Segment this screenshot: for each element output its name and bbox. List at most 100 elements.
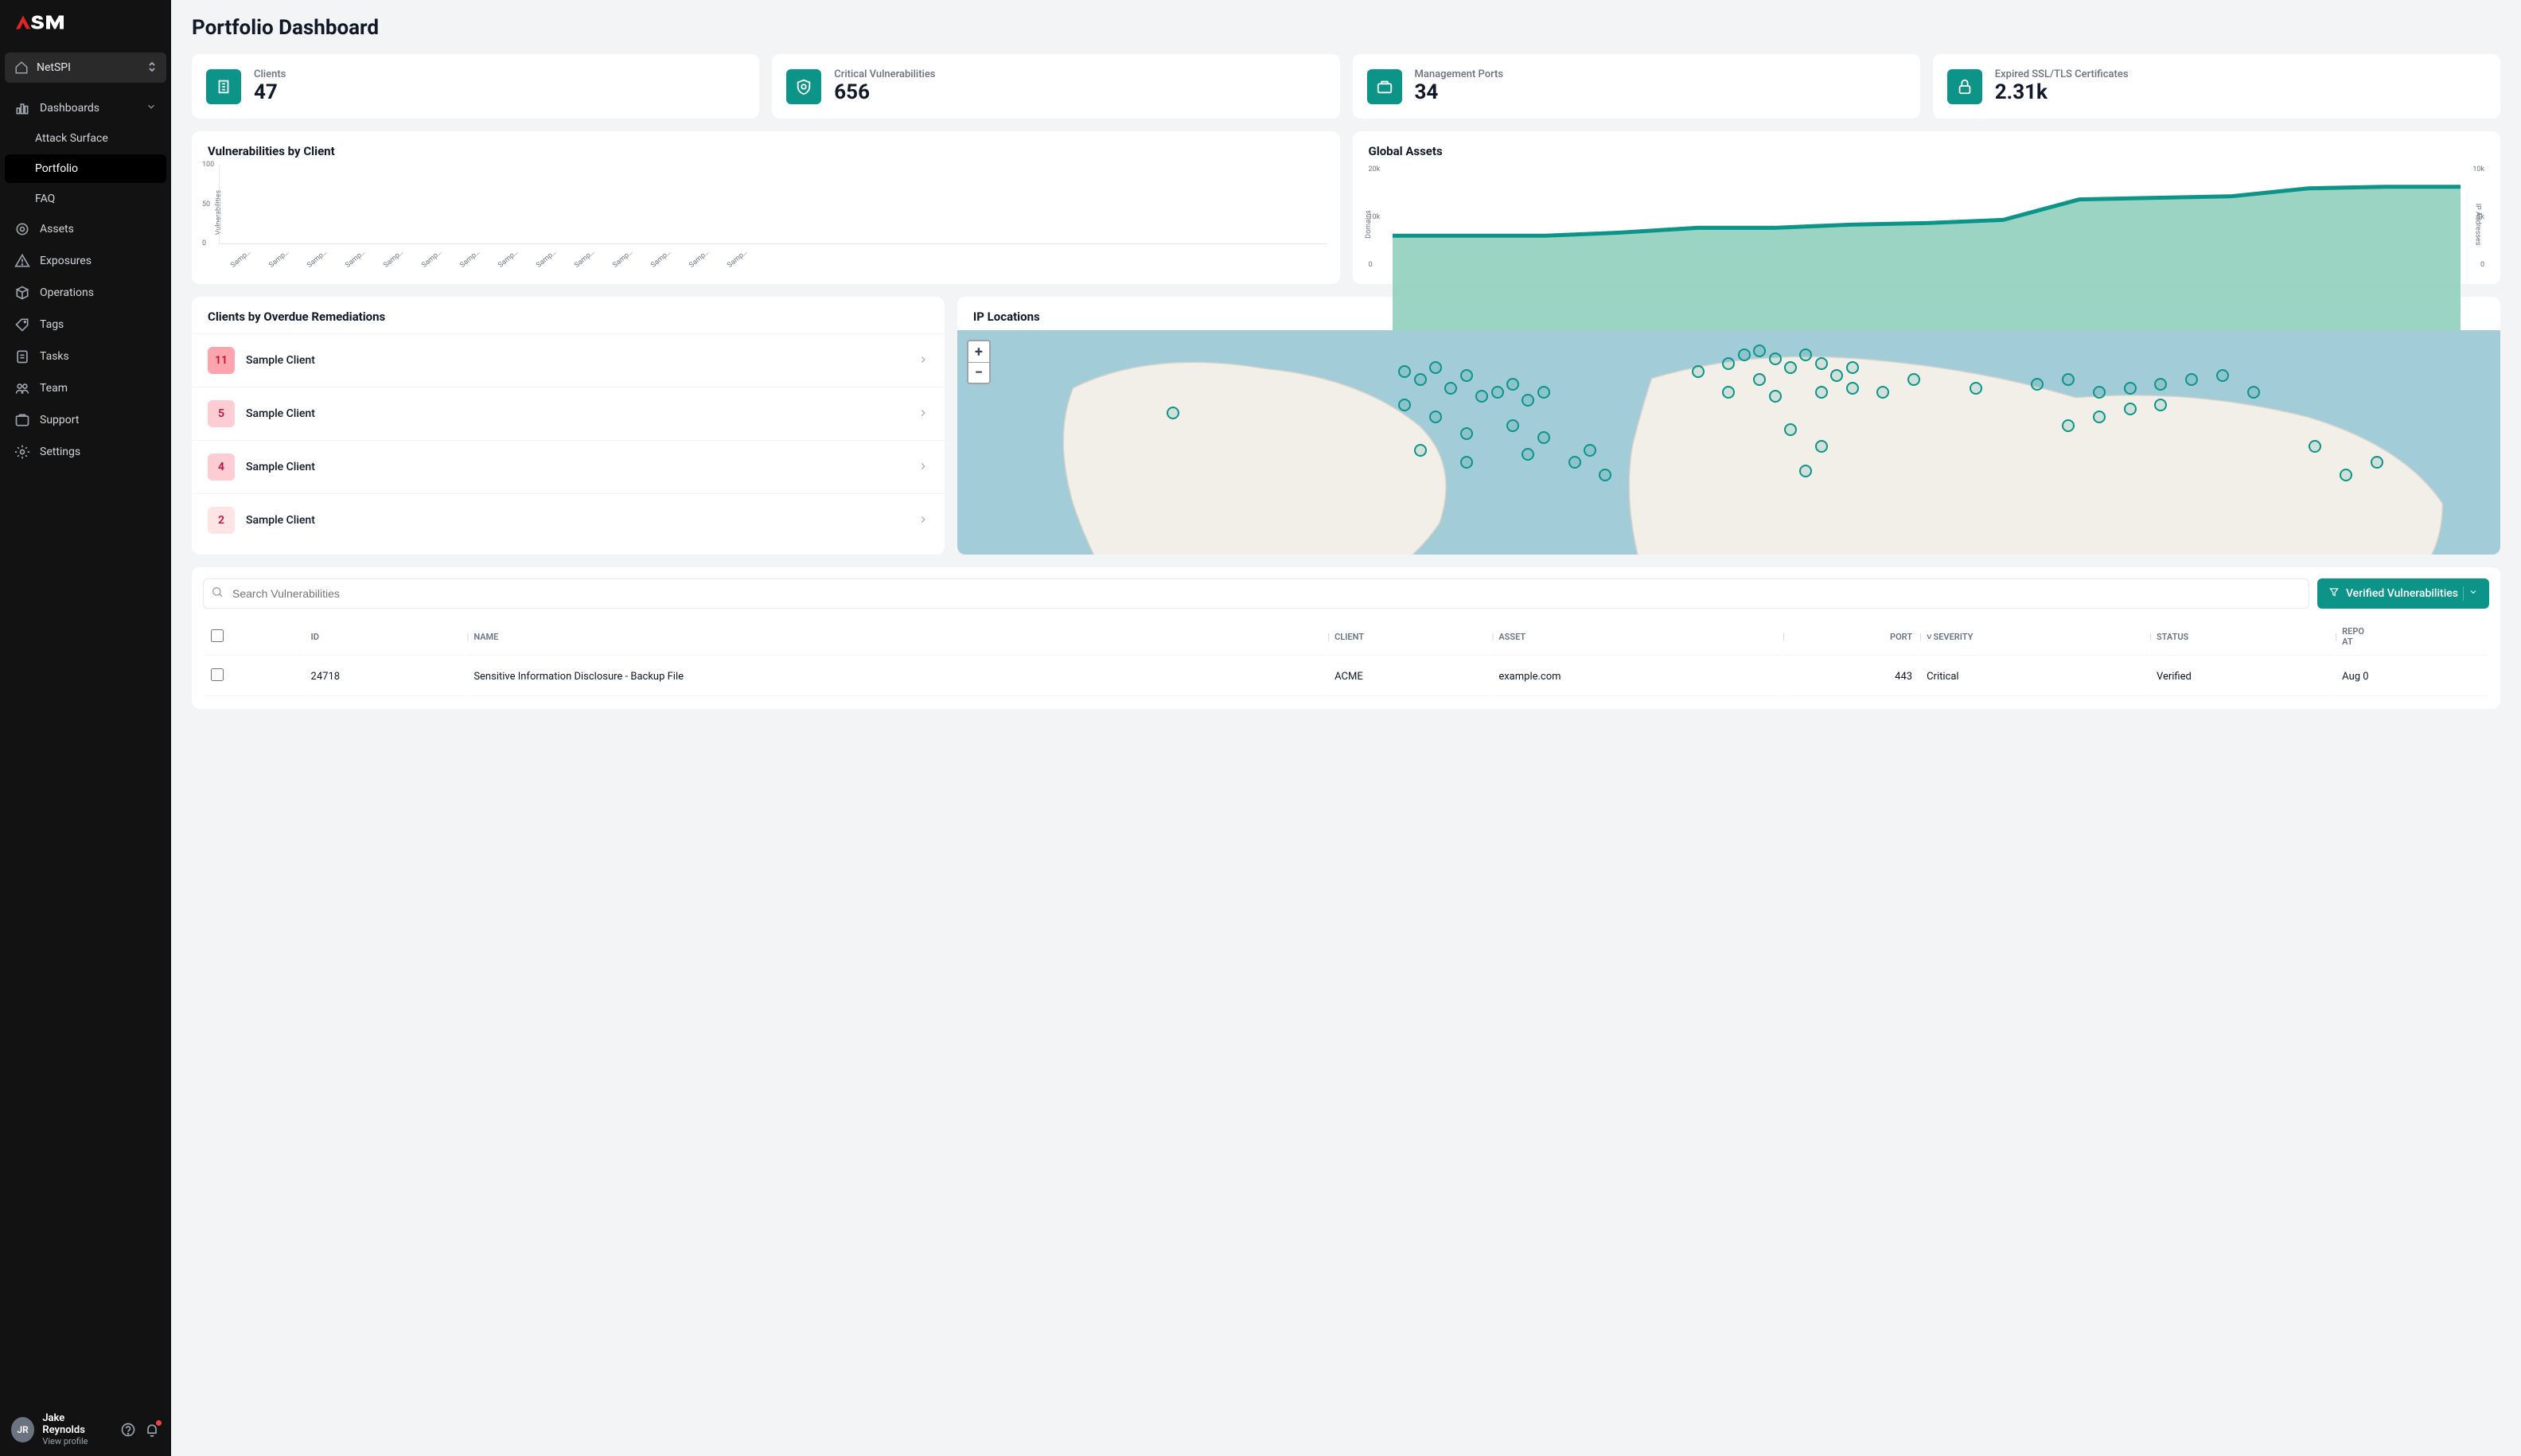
ip-marker[interactable] — [1584, 444, 1596, 457]
ip-marker[interactable] — [1444, 382, 1457, 395]
nav-sub-portfolio[interactable]: Portfolio — [5, 154, 166, 183]
ip-marker[interactable] — [1799, 465, 1812, 477]
ip-marker[interactable] — [1769, 352, 1782, 365]
column-header[interactable]: NAME — [467, 618, 1327, 656]
nav-sub-faq[interactable]: FAQ — [0, 185, 171, 213]
column-header[interactable] — [205, 618, 303, 656]
ip-marker[interactable] — [1692, 365, 1705, 378]
user-info[interactable]: Jake Reynolds View profile — [42, 1412, 104, 1446]
metric-clients[interactable]: Clients47 — [192, 54, 759, 119]
ip-marker[interactable] — [1970, 382, 1982, 395]
metric-mgmt-ports[interactable]: Management Ports34 — [1353, 54, 1920, 119]
column-header[interactable]: PORT — [1783, 618, 1919, 656]
ip-marker[interactable] — [1429, 361, 1442, 374]
ip-marker[interactable] — [1876, 386, 1889, 399]
ip-marker[interactable] — [1537, 431, 1550, 444]
ip-marker[interactable] — [1506, 378, 1519, 391]
ip-marker[interactable] — [2124, 382, 2137, 395]
ip-marker[interactable] — [1907, 373, 1920, 386]
nav-sub-attack-surface[interactable]: Attack Surface — [0, 124, 171, 153]
column-header[interactable]: ID — [305, 618, 466, 656]
bell-icon[interactable] — [144, 1422, 160, 1438]
overdue-item[interactable]: 2Sample Client — [192, 493, 945, 547]
ip-marker[interactable] — [2216, 369, 2229, 382]
ip-marker[interactable] — [1784, 423, 1797, 436]
ip-marker[interactable] — [2093, 386, 2106, 399]
ip-marker[interactable] — [1815, 357, 1828, 370]
ip-marker[interactable] — [2340, 469, 2352, 481]
ip-marker[interactable] — [2371, 456, 2383, 469]
ip-marker[interactable] — [1460, 369, 1473, 382]
ip-marker[interactable] — [2309, 440, 2321, 453]
nav-operations[interactable]: Operations — [0, 277, 171, 309]
org-selector[interactable]: NetSPI — [5, 53, 166, 83]
ip-marker[interactable] — [1753, 345, 1766, 357]
table-row[interactable]: 24718Sensitive Information Disclosure - … — [205, 657, 2488, 696]
ip-marker[interactable] — [1846, 361, 1859, 374]
nav-dashboards[interactable]: Dashboards — [0, 92, 171, 124]
column-header[interactable]: REPOAT — [2336, 618, 2488, 656]
ip-marker[interactable] — [1522, 394, 1534, 407]
ip-marker[interactable] — [2124, 403, 2137, 415]
nav-support[interactable]: Support — [0, 404, 171, 436]
ip-marker[interactable] — [2031, 378, 2044, 391]
nav-tags[interactable]: Tags — [0, 309, 171, 341]
ip-marker[interactable] — [1460, 427, 1473, 440]
column-header[interactable]: STATUS — [2150, 618, 2334, 656]
ip-marker[interactable] — [1460, 456, 1473, 469]
nav-tasks[interactable]: Tasks — [0, 341, 171, 372]
overdue-item[interactable]: 5Sample Client — [192, 387, 945, 440]
metric-expired-ssl[interactable]: Expired SSL/TLS Certificates2.31k — [1933, 54, 2500, 119]
ip-marker[interactable] — [1815, 386, 1828, 399]
ip-marker[interactable] — [1722, 357, 1735, 370]
ip-marker[interactable] — [1815, 440, 1828, 453]
column-header[interactable]: ASSET — [1492, 618, 1782, 656]
ip-marker[interactable] — [1398, 365, 1411, 378]
ip-marker[interactable] — [2185, 373, 2198, 386]
ip-marker[interactable] — [1475, 390, 1488, 403]
ip-marker[interactable] — [1506, 419, 1519, 432]
ip-marker[interactable] — [1414, 444, 1427, 457]
ip-marker[interactable] — [2247, 386, 2260, 399]
ip-marker[interactable] — [1830, 369, 1843, 382]
search-input[interactable] — [203, 578, 2309, 609]
ip-marker[interactable] — [1784, 361, 1797, 374]
ip-marker[interactable] — [1753, 373, 1766, 386]
ip-marker[interactable] — [1398, 399, 1411, 411]
ip-marker[interactable] — [1429, 411, 1442, 423]
metric-critical[interactable]: Critical Vulnerabilities656 — [772, 54, 1339, 119]
help-icon[interactable] — [120, 1422, 136, 1438]
ip-marker[interactable] — [1568, 456, 1581, 469]
filter-button[interactable]: Verified Vulnerabilities — [2317, 578, 2489, 609]
row-checkbox[interactable] — [211, 668, 224, 681]
ip-marker[interactable] — [1846, 382, 1859, 395]
ip-marker[interactable] — [1537, 386, 1550, 399]
ip-marker[interactable] — [1799, 348, 1812, 361]
ip-marker[interactable] — [2154, 378, 2167, 391]
ip-marker[interactable] — [1414, 373, 1427, 386]
nav-assets[interactable]: Assets — [0, 213, 171, 245]
nav-team[interactable]: Team — [0, 372, 171, 404]
ip-marker[interactable] — [1599, 469, 1611, 481]
ip-marker[interactable] — [1522, 448, 1534, 461]
ip-marker[interactable] — [1491, 386, 1504, 399]
ip-marker[interactable] — [2062, 419, 2075, 432]
avatar[interactable]: JR — [11, 1417, 34, 1442]
column-header[interactable]: CLIENT — [1328, 618, 1490, 656]
ip-marker[interactable] — [2093, 411, 2106, 423]
overdue-item[interactable]: 11Sample Client — [192, 333, 945, 387]
nav-settings[interactable]: Settings — [0, 436, 171, 468]
ip-marker[interactable] — [1769, 390, 1782, 403]
column-header[interactable]: ˅SEVERITY — [1920, 618, 2149, 656]
zoom-in-button[interactable]: + — [968, 341, 989, 362]
ip-marker[interactable] — [1167, 407, 1179, 419]
nav-exposures[interactable]: Exposures — [0, 245, 171, 277]
ip-marker[interactable] — [1722, 386, 1735, 399]
map[interactable]: + − — [957, 330, 2500, 537]
ip-marker[interactable] — [2062, 373, 2075, 386]
ip-marker[interactable] — [2154, 399, 2167, 411]
select-all-checkbox[interactable] — [211, 629, 224, 642]
ip-marker[interactable] — [1738, 348, 1751, 361]
zoom-out-button[interactable]: − — [968, 362, 989, 383]
overdue-item[interactable]: 4Sample Client — [192, 440, 945, 493]
